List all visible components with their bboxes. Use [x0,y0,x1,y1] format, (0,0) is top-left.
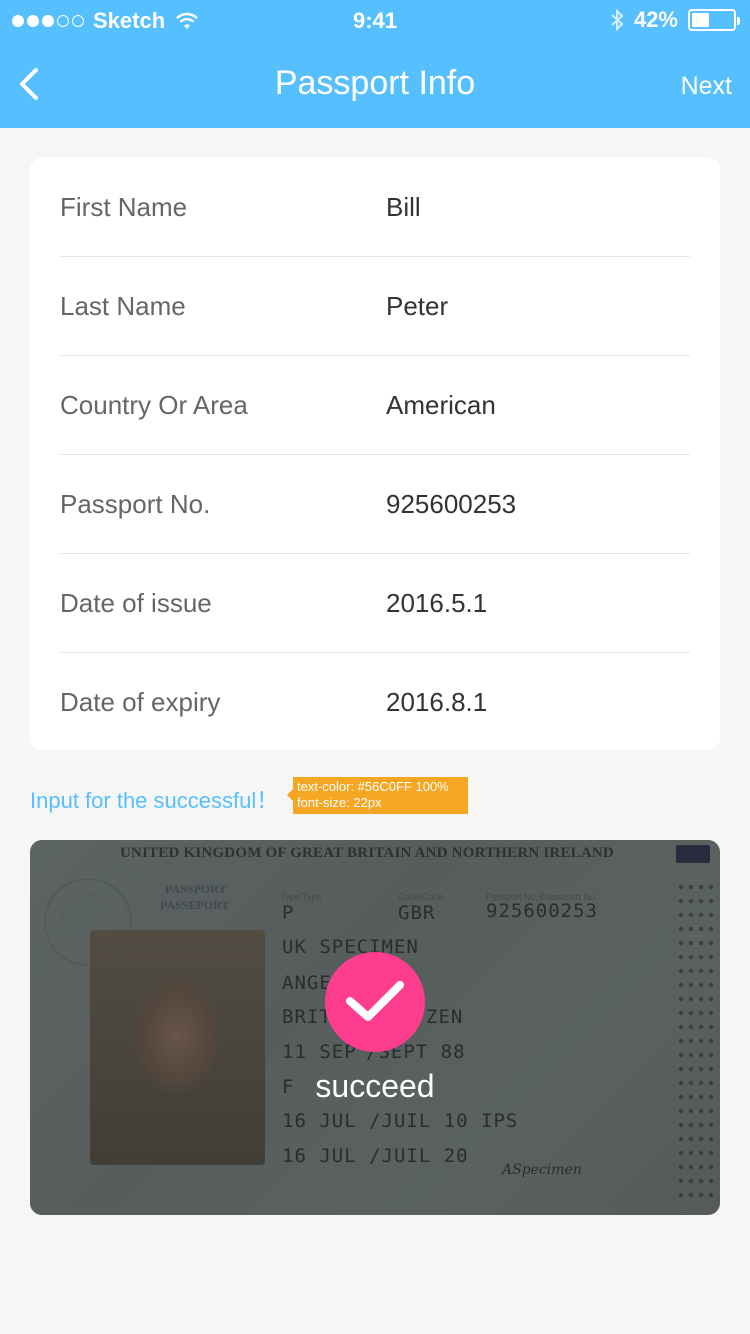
header: Sketch 9:41 42% Passport Info Next [0,0,750,128]
page-title: Passport Info [274,64,476,102]
field-label: Country Or Area [60,390,248,420]
field-value[interactable]: American [386,390,496,421]
field-row-date-of-expiry[interactable]: Date of expiry 2016.8.1 [60,653,690,752]
status-bar: Sketch 9:41 42% [0,0,750,40]
field-label: Passport No. [60,489,211,519]
nav-bar: Passport Info Next [0,40,750,128]
success-hint: Input for the successful！ [30,788,279,813]
battery-icon [688,9,740,31]
field-row-last-name[interactable]: Last Name Peter [60,257,690,356]
next-button[interactable]: Next [681,72,732,101]
bluetooth-icon [611,8,624,32]
checkmark-icon [346,981,404,1021]
field-value[interactable]: 925600253 [386,489,516,520]
success-label: succeed [315,1068,435,1104]
battery-level [692,13,709,27]
field-value[interactable]: Bill [386,192,421,223]
status-right: 42% [610,7,740,33]
passport-info-card: First Name Bill Last Name Peter Country … [30,158,720,750]
field-row-date-of-issue[interactable]: Date of issue 2016.5.1 [60,554,690,653]
field-row-first-name[interactable]: First Name Bill [60,158,690,257]
success-badge [325,952,425,1052]
field-row-country[interactable]: Country Or Area American [60,356,690,455]
field-value[interactable]: 2016.5.1 [386,588,487,619]
battery-percent: 42% [633,7,678,32]
field-value[interactable]: 2016.8.1 [386,687,487,718]
field-label: Date of issue [60,588,212,618]
design-annotation: text-color: #56C0FF 100% font-size: 22px [287,777,468,814]
field-row-passport-no[interactable]: Passport No. 925600253 [60,455,690,554]
annotation-line: font-size: 22px [297,795,382,810]
annotation-line: text-color: #56C0FF 100% [297,779,449,794]
field-label: Last Name [60,291,186,321]
field-label: First Name [60,192,188,222]
field-value[interactable]: Peter [386,291,448,322]
field-label: Date of expiry [60,687,221,717]
passport-scan-image[interactable]: UNITED KINGDOM OF GREAT BRITAIN AND NORT… [30,840,720,1215]
